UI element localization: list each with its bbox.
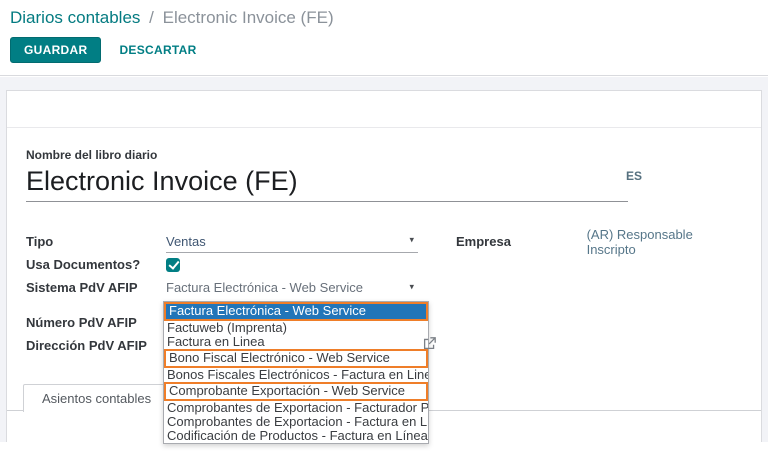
discard-button[interactable]: DESCARTAR <box>115 38 200 62</box>
journal-name-row: ES <box>26 165 628 202</box>
dropdown-option[interactable]: Comprobantes de Exportacion - Factura en… <box>164 415 428 429</box>
external-link-icon[interactable] <box>423 337 436 350</box>
numero-pdv-label: Número PdV AFIP <box>26 315 166 330</box>
sistema-pdv-label: Sistema PdV AFIP <box>26 280 166 295</box>
dropdown-option[interactable]: Codificación de Productos - Factura en L… <box>164 429 428 443</box>
save-button[interactable]: GUARDAR <box>10 37 101 63</box>
sistema-pdv-select[interactable]: Factura Electrónica - Web Service ▾ <box>166 276 418 299</box>
chevron-down-icon: ▾ <box>409 235 414 246</box>
sistema-pdv-value: Factura Electrónica - Web Service <box>166 280 363 295</box>
sheet-top-strip <box>7 91 761 128</box>
chevron-down-icon: ▾ <box>409 281 414 292</box>
field-row-sistema-pdv: Sistema PdV AFIP Factura Electrónica - W… <box>26 276 456 299</box>
journal-name-label: Nombre del libro diario <box>26 148 737 162</box>
journal-name-input[interactable] <box>26 165 628 202</box>
field-row-tipo: Tipo Ventas ▾ <box>26 230 456 253</box>
dropdown-option[interactable]: Bonos Fiscales Electrónicos - Factura en… <box>164 368 428 382</box>
field-row-usa-documentos: Usa Documentos? <box>26 253 456 276</box>
fields-column-right: Empresa (AR) Responsable Inscripto <box>456 230 737 357</box>
direccion-pdv-label: Dirección PdV AFIP <box>26 338 166 353</box>
breadcrumb-current: Electronic Invoice (FE) <box>163 8 334 27</box>
control-panel: Diarios contables / Electronic Invoice (… <box>0 0 768 76</box>
cp-buttons: GUARDAR DESCARTAR <box>10 37 201 63</box>
sistema-pdv-dropdown: Factura Electrónica - Web Service Factuw… <box>163 301 429 444</box>
tipo-label: Tipo <box>26 234 166 249</box>
usa-documentos-widget <box>166 253 418 276</box>
dropdown-option[interactable]: Bono Fiscal Electrónico - Web Service <box>164 349 428 368</box>
tipo-select[interactable]: Ventas ▾ <box>166 230 418 253</box>
dropdown-option[interactable]: Factura Electrónica - Web Service <box>164 302 428 321</box>
tab-asientos-contables[interactable]: Asientos contables <box>23 384 170 412</box>
translation-lang-badge[interactable]: ES <box>626 169 642 183</box>
dropdown-option[interactable]: Factuweb (Imprenta) <box>164 321 428 335</box>
dropdown-option[interactable]: Comprobantes de Exportacion - Facturador… <box>164 401 428 415</box>
tipo-value: Ventas <box>166 234 206 249</box>
breadcrumb: Diarios contables / Electronic Invoice (… <box>10 8 334 28</box>
dropdown-option[interactable]: Comprobante Exportación - Web Service <box>164 382 428 401</box>
breadcrumb-parent-link[interactable]: Diarios contables <box>10 8 140 27</box>
empresa-label: Empresa <box>456 234 587 249</box>
dropdown-option[interactable]: Factura en Linea <box>164 335 428 349</box>
usa-documentos-checkbox[interactable] <box>166 258 180 272</box>
usa-documentos-label: Usa Documentos? <box>26 257 166 272</box>
empresa-value-link[interactable]: (AR) Responsable Inscripto <box>587 227 737 257</box>
field-row-empresa: Empresa (AR) Responsable Inscripto <box>456 230 737 253</box>
breadcrumb-separator: / <box>149 8 154 27</box>
